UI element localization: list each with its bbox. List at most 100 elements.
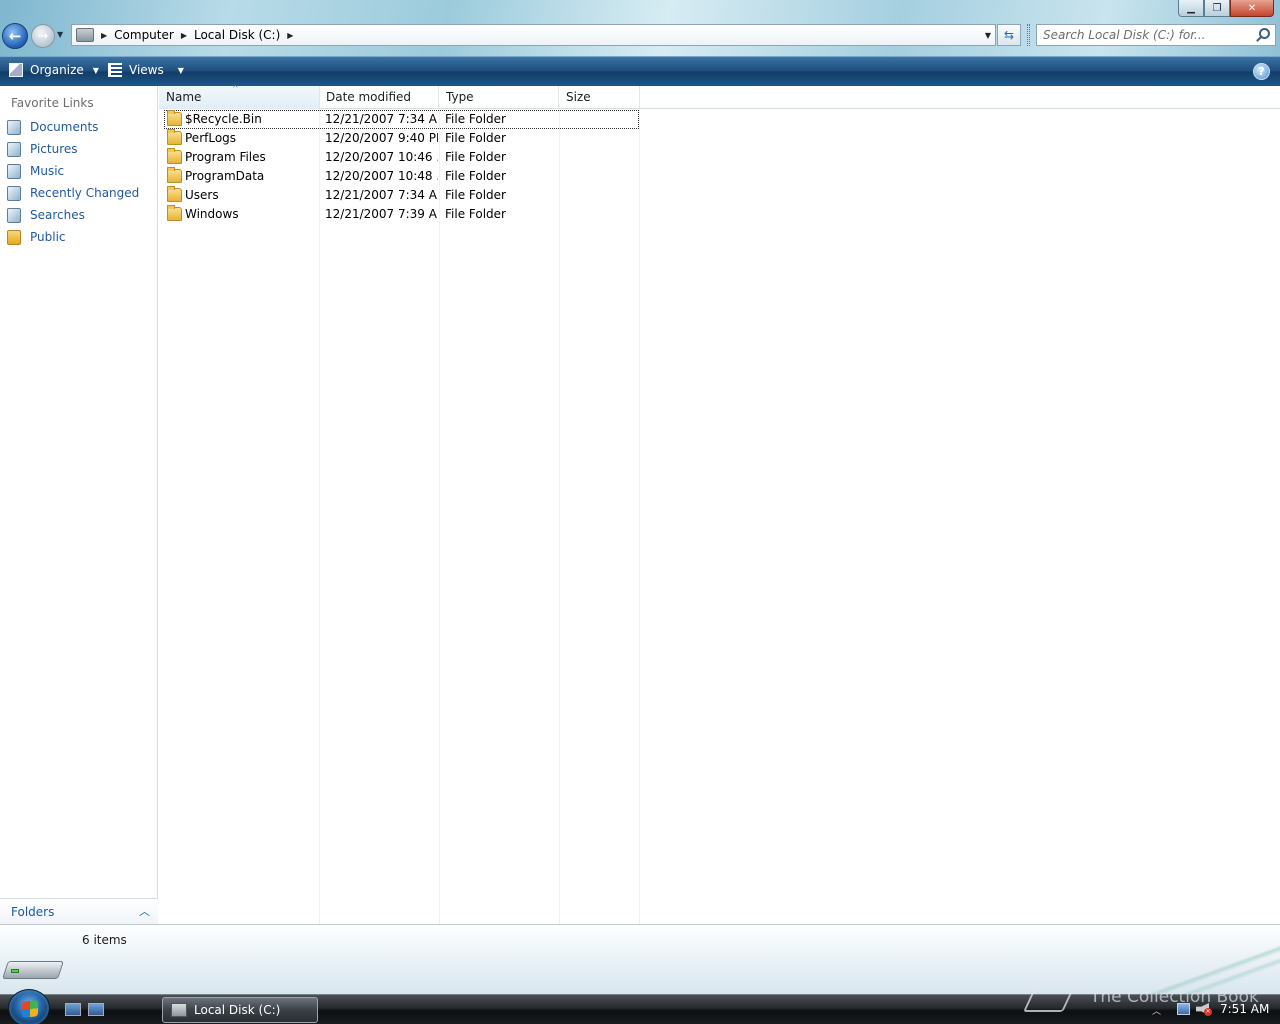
search-input[interactable]: Search Local Disk (C:) for...	[1036, 24, 1276, 46]
taskbar-button-label: Local Disk (C:)	[194, 1003, 281, 1017]
arrow-right-icon: →	[37, 28, 49, 44]
sort-ascending-icon: ^	[232, 84, 239, 93]
breadcrumb-computer[interactable]: Computer	[114, 28, 174, 42]
favorite-documents[interactable]: Documents	[7, 118, 98, 136]
recent-pages-dropdown[interactable]: ▼	[57, 30, 63, 39]
refresh-icon: ⇆	[1003, 28, 1015, 42]
file-type: File Folder	[445, 207, 506, 221]
chevron-down-icon: ▼	[57, 30, 64, 39]
book-icon	[1023, 982, 1077, 1012]
file-date: 12/21/2007 7:34 AM	[325, 188, 438, 202]
computer-icon	[76, 28, 94, 42]
favorite-links-heading: Favorite Links	[11, 96, 94, 110]
chevron-up-icon[interactable]: ︿	[139, 903, 150, 919]
column-divider	[559, 109, 560, 924]
music-icon	[7, 163, 21, 179]
organize-label: Organize	[30, 63, 84, 77]
favorite-recently-changed[interactable]: Recently Changed	[7, 184, 139, 202]
file-name: $Recycle.Bin	[185, 112, 262, 126]
table-row[interactable]: Program Files 12/20/2007 10:46 ... File …	[164, 148, 639, 167]
table-row[interactable]: Users 12/21/2007 7:34 AM File Folder	[164, 186, 639, 205]
show-desktop-icon[interactable]	[65, 1003, 81, 1016]
folder-icon	[167, 186, 182, 202]
file-name: Program Files	[185, 150, 266, 164]
file-name: Users	[185, 188, 219, 202]
views-button[interactable]: Views ▼	[108, 63, 184, 77]
column-header-size[interactable]: Size	[559, 86, 640, 109]
favorite-label: Pictures	[30, 142, 78, 156]
file-list: ^ Name Date modified Type Size $Recycle.…	[159, 84, 1280, 924]
watermark-text: The Collection Book	[1090, 987, 1259, 1007]
table-row[interactable]: ProgramData 12/20/2007 10:48 ... File Fo…	[164, 167, 639, 186]
column-label: Name	[166, 90, 202, 104]
favorite-label: Documents	[30, 120, 99, 134]
folder-icon	[167, 129, 182, 145]
help-icon[interactable]: ?	[1253, 63, 1270, 80]
column-header-name[interactable]: ^ Name	[159, 84, 320, 109]
file-type: File Folder	[445, 131, 506, 145]
file-date: 12/20/2007 10:48 ...	[325, 169, 438, 183]
favorite-music[interactable]: Music	[7, 162, 64, 180]
hard-drive-icon	[2, 955, 64, 985]
folders-toggle[interactable]: Folders ︿	[0, 898, 158, 924]
favorite-pictures[interactable]: Pictures	[7, 140, 78, 158]
refresh-button[interactable]: ⇆	[997, 24, 1021, 46]
file-date: 12/20/2007 10:46 ...	[325, 150, 438, 164]
folders-label: Folders	[11, 904, 55, 919]
search-placeholder: Search Local Disk (C:) for...	[1043, 28, 1206, 42]
folder-icon	[167, 167, 182, 183]
drive-icon	[171, 1003, 187, 1017]
taskbar-button-local-disk[interactable]: Local Disk (C:)	[162, 997, 318, 1023]
column-divider	[319, 109, 320, 924]
organize-button[interactable]: Organize ▼	[9, 63, 99, 77]
file-date: 12/21/2007 7:39 AM	[325, 207, 438, 221]
folder-icon	[167, 110, 182, 126]
pictures-icon	[7, 141, 21, 157]
breadcrumb-separator-icon[interactable]: ▶	[287, 31, 293, 40]
resize-grip[interactable]	[1027, 24, 1030, 46]
favorite-public[interactable]: Public	[7, 228, 66, 246]
window-controls: ▁ ❐ ✕	[1178, 0, 1274, 17]
recently-changed-icon	[7, 185, 21, 201]
file-name: ProgramData	[185, 169, 265, 183]
breadcrumb-local-disk[interactable]: Local Disk (C:)	[194, 28, 280, 42]
watermark: The Collection Book	[1023, 974, 1270, 1020]
title-bar: ▁ ❐ ✕ ← → ▼ ▶ Computer ▶ Local Disk (C:)…	[0, 0, 1280, 56]
file-name: Windows	[185, 207, 239, 221]
maximize-button[interactable]: ❐	[1204, 0, 1230, 17]
address-history-dropdown-icon[interactable]: ▼	[985, 31, 991, 40]
close-button[interactable]: ✕	[1230, 0, 1274, 17]
table-row[interactable]: $Recycle.Bin 12/21/2007 7:34 AM File Fol…	[164, 110, 639, 129]
column-divider	[439, 109, 440, 924]
column-divider	[639, 109, 640, 924]
public-folder-icon	[7, 229, 21, 245]
column-header-date-modified[interactable]: Date modified	[319, 86, 439, 109]
column-header-type[interactable]: Type	[439, 86, 559, 109]
start-button[interactable]	[8, 989, 50, 1024]
favorite-searches[interactable]: Searches	[7, 206, 85, 224]
back-button[interactable]: ←	[2, 23, 28, 49]
breadcrumb-separator-icon[interactable]: ▶	[181, 31, 187, 40]
folder-icon	[167, 205, 182, 221]
item-count: 6 items	[82, 933, 127, 947]
address-bar[interactable]: ▶ Computer ▶ Local Disk (C:) ▶ ▼	[71, 24, 996, 46]
table-row[interactable]: Windows 12/21/2007 7:39 AM File Folder	[164, 205, 639, 224]
searches-icon	[7, 207, 21, 223]
minimize-button[interactable]: ▁	[1178, 0, 1204, 17]
chevron-down-icon: ▼	[92, 65, 99, 75]
favorite-label: Public	[30, 230, 66, 244]
forward-button[interactable]: →	[31, 24, 55, 48]
search-icon[interactable]	[1259, 28, 1270, 39]
drive-light	[11, 969, 19, 973]
breadcrumb-separator-icon[interactable]: ▶	[101, 31, 107, 40]
switch-windows-icon[interactable]	[88, 1003, 104, 1016]
file-type: File Folder	[445, 188, 506, 202]
column-label: Size	[566, 90, 591, 104]
table-row[interactable]: PerfLogs 12/20/2007 9:40 PM File Folder	[164, 129, 639, 148]
folder-icon	[167, 148, 182, 164]
views-label: Views	[129, 63, 164, 77]
column-label: Type	[446, 90, 474, 104]
favorite-label: Recently Changed	[30, 186, 140, 200]
chevron-down-icon[interactable]: ▼	[178, 66, 184, 75]
arrow-left-icon: ←	[8, 27, 22, 45]
